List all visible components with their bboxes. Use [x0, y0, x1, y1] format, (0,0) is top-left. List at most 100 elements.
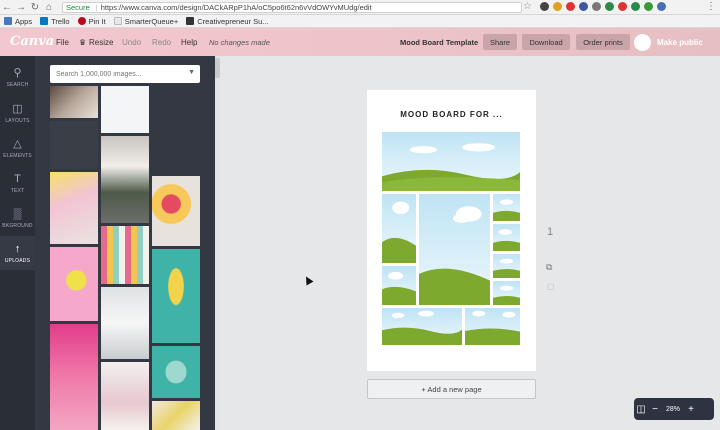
sidebar-item-text[interactable]: T TEXT [0, 166, 35, 200]
image-thumbnail[interactable] [50, 86, 98, 118]
order-prints-button[interactable]: Order prints [576, 34, 630, 50]
copy-page-icon[interactable]: ⧉ [546, 262, 552, 273]
landscape-illustration [493, 258, 520, 278]
browser-toolbar: ← → ↻ ⌂ Secure | https://www.canva.com/d… [0, 0, 720, 15]
resize-menu[interactable]: Resize [89, 38, 113, 47]
photo-placeholder[interactable] [493, 281, 520, 305]
document-title[interactable]: Mood Board Template [400, 38, 478, 47]
landscape-illustration [382, 271, 416, 305]
extension-icon[interactable] [579, 2, 588, 11]
sidebar-item-layouts[interactable]: ◫ LAYOUTS [0, 96, 35, 130]
share-button[interactable]: Share [483, 34, 517, 50]
url-text[interactable]: https://www.canva.com/design/DACkARpP1hA… [101, 3, 372, 12]
image-thumbnail[interactable] [101, 226, 149, 284]
landscape-illustration [493, 199, 520, 221]
image-thumbnail[interactable] [50, 247, 98, 321]
download-button[interactable]: Download [522, 34, 570, 50]
photo-placeholder[interactable] [382, 266, 416, 305]
image-thumbnail[interactable] [101, 136, 149, 223]
image-search-box[interactable]: ▼ [50, 65, 200, 83]
image-thumbnail[interactable] [101, 362, 149, 430]
make-public-toggle[interactable]: Make public [634, 33, 712, 51]
canva-logo[interactable]: Canva [10, 34, 54, 49]
extension-icon[interactable] [644, 2, 653, 11]
search-icon: ⚲ [13, 66, 22, 79]
design-page[interactable]: MOOD BOARD FOR ... [367, 90, 536, 371]
zoom-level[interactable]: 28% [662, 406, 684, 413]
image-panel: ▼ [35, 56, 215, 430]
image-thumbnail[interactable] [101, 287, 149, 359]
mood-board-title[interactable]: MOOD BOARD FOR ... [367, 110, 536, 119]
image-thumbnail[interactable] [50, 324, 98, 430]
browser-menu-icon[interactable]: ⋮ [706, 1, 716, 12]
image-thumbnail[interactable] [50, 121, 98, 169]
text-icon: T [14, 172, 21, 185]
file-menu[interactable]: File [56, 38, 69, 47]
bookmark-apps[interactable]: Apps [4, 17, 32, 26]
image-search-input[interactable] [56, 70, 181, 78]
zoom-out-button[interactable]: − [648, 404, 662, 415]
extension-icon[interactable] [631, 2, 640, 11]
site-icon [186, 17, 195, 25]
photo-placeholder[interactable] [382, 194, 416, 263]
extension-icon[interactable] [592, 2, 601, 11]
photo-placeholder[interactable] [382, 308, 462, 345]
extension-icon[interactable] [657, 2, 666, 11]
zoom-in-button[interactable]: + [684, 404, 698, 415]
home-icon[interactable]: ⌂ [42, 0, 56, 14]
bookmark-star-icon[interactable]: ☆ [523, 1, 532, 12]
extension-icon[interactable] [540, 2, 549, 11]
pinterest-icon[interactable] [566, 2, 575, 11]
bookmark-trello[interactable]: Trello [40, 17, 70, 26]
image-thumbnail[interactable] [101, 86, 149, 133]
photo-placeholder[interactable] [493, 194, 520, 221]
help-menu[interactable]: Help [181, 38, 197, 47]
editor-header: Canva File ♛ Resize Undo Redo Help No ch… [0, 28, 720, 56]
undo-button[interactable]: Undo [122, 38, 141, 47]
address-bar[interactable]: Secure | https://www.canva.com/design/DA… [62, 2, 522, 13]
photo-placeholder[interactable] [493, 224, 520, 251]
photo-placeholder[interactable] [382, 132, 520, 191]
bookmark-pinit[interactable]: Pin It [77, 17, 106, 26]
photo-placeholder[interactable] [419, 194, 490, 305]
landscape-illustration [465, 310, 520, 345]
extension-icon[interactable] [553, 2, 562, 11]
apps-grid-icon [4, 17, 12, 25]
image-thumbnail[interactable] [50, 172, 98, 244]
present-icon[interactable]: ◫ [634, 404, 648, 415]
sidebar-item-uploads[interactable]: ↑ UPLOADS [0, 236, 35, 270]
landscape-illustration [493, 285, 520, 305]
url-separator: | [95, 3, 98, 12]
sidebar-item-search[interactable]: ⚲ SEARCH [0, 60, 35, 94]
toggle-knob [634, 33, 651, 51]
delete-page-icon[interactable]: ▢ [547, 282, 555, 291]
save-status: No changes made [209, 38, 270, 47]
image-thumbnail[interactable] [152, 176, 200, 246]
add-page-button[interactable]: + Add a new page [367, 379, 536, 399]
photo-placeholder[interactable] [465, 308, 520, 345]
redo-button[interactable]: Redo [152, 38, 171, 47]
forward-icon[interactable]: → [14, 0, 28, 14]
chevron-down-icon[interactable]: ▼ [188, 69, 195, 76]
landscape-illustration [382, 310, 462, 345]
landscape-illustration [382, 201, 416, 263]
resize-crown-icon[interactable]: ♛ [79, 38, 86, 47]
image-thumbnail[interactable] [152, 249, 200, 343]
zoom-control: ◫ − 28% + [634, 398, 714, 420]
photo-placeholder[interactable] [493, 254, 520, 278]
bookmark-creativepreneur[interactable]: Creativepreneur Su... [186, 17, 269, 26]
image-thumbnail[interactable] [152, 401, 200, 430]
image-thumbnail[interactable] [152, 346, 200, 398]
page-icon [113, 17, 122, 25]
landscape-illustration [382, 143, 520, 191]
reload-icon[interactable]: ↻ [28, 0, 42, 14]
image-thumbnail[interactable] [152, 86, 200, 173]
left-sidebar: ⚲ SEARCH ◫ LAYOUTS △ ELEMENTS T TEXT ▒ B… [0, 56, 35, 430]
extension-icon[interactable] [605, 2, 614, 11]
mouse-cursor [302, 274, 314, 286]
sidebar-item-background[interactable]: ▒ BKGROUND [0, 201, 35, 235]
back-icon[interactable]: ← [0, 0, 14, 14]
bookmark-smarterqueue[interactable]: SmarterQueue+ [113, 17, 178, 26]
extension-icon[interactable] [618, 2, 627, 11]
sidebar-item-elements[interactable]: △ ELEMENTS [0, 131, 35, 165]
